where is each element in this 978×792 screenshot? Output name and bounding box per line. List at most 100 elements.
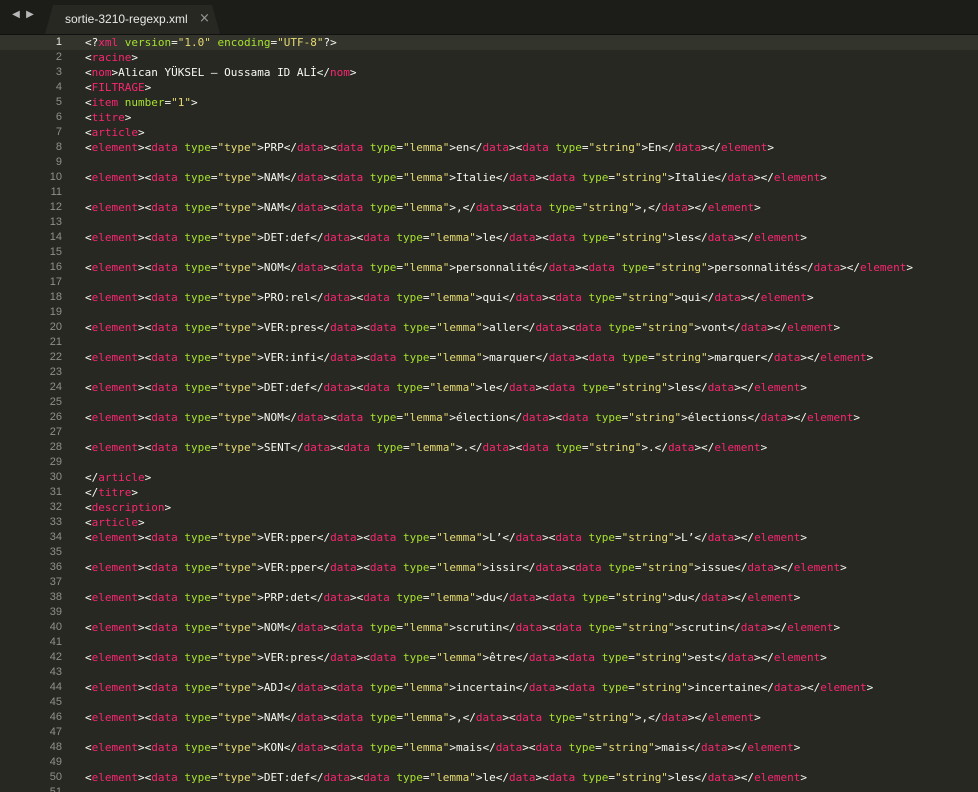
close-icon[interactable]: × — [199, 11, 210, 26]
code-line[interactable]: 19 — [0, 305, 978, 320]
code-line[interactable]: 1 <?xml version="1.0" encoding="UTF-8"?> — [0, 35, 978, 50]
line-number: 3 — [55, 66, 62, 78]
line-number: 42 — [49, 651, 62, 663]
line-text: <FILTRAGE> — [85, 81, 152, 94]
line-number: 31 — [49, 486, 62, 498]
line-number: 5 — [55, 96, 62, 108]
line-number: 1 — [55, 36, 62, 48]
code-line[interactable]: 15 — [0, 245, 978, 260]
code-line[interactable]: 45 — [0, 695, 978, 710]
line-number: 19 — [49, 306, 62, 318]
code-line[interactable]: 23 — [0, 365, 978, 380]
code-editor[interactable]: 1 <?xml version="1.0" encoding="UTF-8"?> 2… — [0, 35, 978, 792]
line-number: 9 — [55, 156, 62, 168]
line-text: <titre> — [85, 111, 132, 124]
code-line[interactable]: 32 <description> — [0, 500, 978, 515]
code-line[interactable]: 43 — [0, 665, 978, 680]
code-line[interactable]: 5 <item number="1"> — [0, 95, 978, 110]
line-text: <element><data type="type">VER:pper</dat… — [85, 561, 847, 574]
code-line[interactable]: 34 <element><data type="type">VER:pper</d… — [0, 530, 978, 545]
code-line[interactable]: 47 — [0, 725, 978, 740]
code-line[interactable]: 37 — [0, 575, 978, 590]
line-text: <element><data type="type">NOM</data><da… — [85, 411, 861, 424]
line-text: <element><data type="type">NAM</data><da… — [85, 171, 827, 184]
code-line[interactable]: 40 <element><data type="type">NOM</data><… — [0, 620, 978, 635]
line-number: 2 — [55, 51, 62, 63]
code-line[interactable]: 16 <element><data type="type">NOM</data><… — [0, 260, 978, 275]
code-line[interactable]: 48 <element><data type="type">KON</data><… — [0, 740, 978, 755]
code-line[interactable]: 21 — [0, 335, 978, 350]
code-line[interactable]: 38 <element><data type="type">PRP:det</da… — [0, 590, 978, 605]
code-line[interactable]: 33 <article> — [0, 515, 978, 530]
line-number: 46 — [49, 711, 62, 723]
line-number: 28 — [49, 441, 62, 453]
code-line[interactable]: 13 — [0, 215, 978, 230]
line-text: <element><data type="type">VER:pres</dat… — [85, 651, 827, 664]
line-number: 8 — [55, 141, 62, 153]
code-line[interactable]: 28 <element><data type="type">SENT</data>… — [0, 440, 978, 455]
back-arrow-icon[interactable]: ◀ — [9, 8, 23, 22]
line-text: <element><data type="type">NAM</data><da… — [85, 201, 761, 214]
line-text: <element><data type="type">VER:infi</dat… — [85, 351, 874, 364]
code-line[interactable]: 6 <titre> — [0, 110, 978, 125]
line-text: <element><data type="type">KON</data><da… — [85, 741, 801, 754]
code-line[interactable]: 35 — [0, 545, 978, 560]
forward-arrow-icon[interactable]: ▶ — [23, 8, 37, 22]
code-line[interactable]: 4 <FILTRAGE> — [0, 80, 978, 95]
code-line[interactable]: 30 </article> — [0, 470, 978, 485]
line-text: <description> — [85, 501, 172, 514]
line-number: 47 — [49, 726, 62, 738]
line-number: 32 — [49, 501, 62, 513]
code-line[interactable]: 20 <element><data type="type">VER:pres</d… — [0, 320, 978, 335]
line-text: </titre> — [85, 486, 138, 499]
code-line[interactable]: 2 <racine> — [0, 50, 978, 65]
code-line[interactable]: 49 — [0, 755, 978, 770]
tab-sortie-3210-regexp[interactable]: sortie-3210-regexp.xml × — [45, 5, 220, 34]
tab-label: sortie-3210-regexp.xml — [65, 12, 188, 26]
line-text: <element><data type="type">PRO:rel</data… — [85, 291, 814, 304]
code-line[interactable]: 50 <element><data type="type">DET:def</da… — [0, 770, 978, 785]
line-text: <item number="1"> — [85, 96, 198, 109]
code-line[interactable]: 41 — [0, 635, 978, 650]
line-number: 44 — [49, 681, 62, 693]
code-line[interactable]: 44 <element><data type="type">ADJ</data><… — [0, 680, 978, 695]
code-line[interactable]: 7 <article> — [0, 125, 978, 140]
line-number: 20 — [49, 321, 62, 333]
line-number: 27 — [49, 426, 62, 438]
code-line[interactable]: 18 <element><data type="type">PRO:rel</da… — [0, 290, 978, 305]
line-text: <article> — [85, 516, 145, 529]
code-line[interactable]: 25 — [0, 395, 978, 410]
line-number: 22 — [49, 351, 62, 363]
line-number: 14 — [49, 231, 62, 243]
code-line[interactable]: 27 — [0, 425, 978, 440]
code-line[interactable]: 36 <element><data type="type">VER:pper</d… — [0, 560, 978, 575]
line-number: 12 — [49, 201, 62, 213]
code-line[interactable]: 42 <element><data type="type">VER:pres</d… — [0, 650, 978, 665]
code-line[interactable]: 51 — [0, 785, 978, 792]
line-number: 36 — [49, 561, 62, 573]
code-line[interactable]: 26 <element><data type="type">NOM</data><… — [0, 410, 978, 425]
line-number: 11 — [50, 186, 62, 198]
line-number: 23 — [49, 366, 62, 378]
code-line[interactable]: 39 — [0, 605, 978, 620]
code-line[interactable]: 31 </titre> — [0, 485, 978, 500]
title-bar: ◀ ▶ sortie-3210-regexp.xml × — [0, 0, 978, 35]
line-number: 49 — [49, 756, 62, 768]
code-line[interactable]: 17 — [0, 275, 978, 290]
line-text: <element><data type="type">DET:def</data… — [85, 381, 808, 394]
code-line[interactable]: 8 <element><data type="type">PRP</data><d… — [0, 140, 978, 155]
code-line[interactable]: 22 <element><data type="type">VER:infi</d… — [0, 350, 978, 365]
code-line[interactable]: 11 — [0, 185, 978, 200]
code-line[interactable]: 24 <element><data type="type">DET:def</da… — [0, 380, 978, 395]
code-line[interactable]: 10 <element><data type="type">NAM</data><… — [0, 170, 978, 185]
line-text: <element><data type="type">DET:def</data… — [85, 231, 808, 244]
code-line[interactable]: 46 <element><data type="type">NAM</data><… — [0, 710, 978, 725]
code-line[interactable]: 29 — [0, 455, 978, 470]
line-number: 45 — [49, 696, 62, 708]
line-number: 18 — [49, 291, 62, 303]
code-line[interactable]: 9 — [0, 155, 978, 170]
code-line[interactable]: 14 <element><data type="type">DET:def</da… — [0, 230, 978, 245]
line-number: 39 — [49, 606, 62, 618]
code-line[interactable]: 3 <nom>Alican YÜKSEL – Oussama ID ALİ</no… — [0, 65, 978, 80]
code-line[interactable]: 12 <element><data type="type">NAM</data><… — [0, 200, 978, 215]
